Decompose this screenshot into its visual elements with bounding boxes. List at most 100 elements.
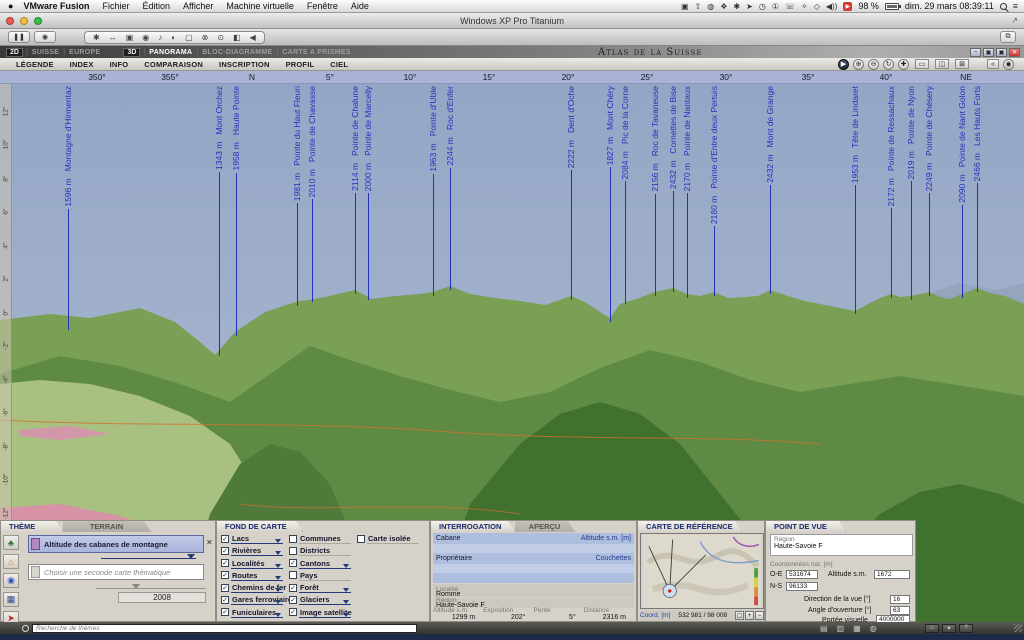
checkbox[interactable]: ✓ bbox=[221, 608, 229, 616]
mode-badge-3d[interactable]: 3D bbox=[123, 48, 140, 57]
layer-opacity-slider[interactable] bbox=[231, 543, 283, 544]
layer-toggle-lacs[interactable]: ✓Lacs bbox=[221, 534, 289, 546]
checkbox[interactable]: ✓ bbox=[221, 571, 229, 579]
menubar-item[interactable]: Fichier bbox=[102, 1, 129, 11]
status-icon[interactable]: ◷ bbox=[759, 2, 766, 11]
app-restore-button[interactable]: ▣ bbox=[983, 48, 994, 57]
layer-opacity-slider[interactable] bbox=[231, 592, 283, 593]
peak-label[interactable]: 2019 mPointe de Nyon bbox=[905, 86, 917, 300]
tab-theme[interactable]: THÈME bbox=[1, 521, 63, 532]
peak-label[interactable]: 2170 mPointe de Nantaux bbox=[681, 86, 693, 298]
display-icon[interactable]: ▥ bbox=[837, 624, 845, 633]
layer-toggle-image-satellite[interactable]: ✓Image satellite bbox=[289, 608, 357, 620]
menubar-item[interactable]: Édition bbox=[142, 1, 170, 11]
layer-toggle-chemins-de-fer[interactable]: ✓Chemins de fer bbox=[221, 583, 289, 595]
mode-badge-2d[interactable]: 2D bbox=[6, 48, 23, 57]
menu-index[interactable]: INDEX bbox=[70, 60, 94, 69]
layer-opacity-slider[interactable] bbox=[299, 617, 351, 618]
checkbox[interactable]: ✓ bbox=[221, 559, 229, 567]
device-icon[interactable]: ◉ bbox=[142, 33, 149, 42]
peak-label[interactable]: 2172 mPointe de Ressachaux bbox=[885, 86, 897, 298]
status-icon[interactable]: ✱ bbox=[733, 2, 740, 11]
peak-label[interactable]: 2156 mRoc de Tavaneuse bbox=[649, 86, 661, 296]
menubar-item[interactable]: Aide bbox=[351, 1, 369, 11]
zoom-out-button[interactable]: ⊖ bbox=[868, 59, 879, 70]
layer-toggle-rivières[interactable]: ✓Rivières bbox=[221, 546, 289, 558]
app-minimize-button[interactable]: – bbox=[970, 48, 981, 57]
checkbox[interactable] bbox=[289, 571, 297, 579]
help-button[interactable]: ? bbox=[959, 624, 973, 633]
forests-icon[interactable]: ♣ bbox=[3, 535, 19, 550]
device-icon[interactable]: ◐ bbox=[171, 33, 176, 42]
peak-label[interactable]: 2010 mPointe de Chavasse bbox=[306, 86, 318, 302]
layer-opacity-slider[interactable] bbox=[299, 592, 351, 593]
checkbox[interactable] bbox=[357, 535, 365, 543]
layer-toggle-glaciers[interactable]: ✓Glaciers bbox=[289, 595, 357, 607]
checkbox[interactable]: ✓ bbox=[221, 535, 229, 543]
checkbox[interactable]: ✓ bbox=[289, 584, 297, 592]
mode-tab-europe[interactable]: EUROPE bbox=[69, 49, 100, 56]
apple-icon[interactable]: ● bbox=[8, 1, 13, 11]
checkbox[interactable]: ✓ bbox=[221, 547, 229, 555]
peak-label[interactable]: 2432 mCornettes de Bise bbox=[667, 86, 679, 292]
peak-label[interactable]: 2090 mPointe de Nant Golon bbox=[956, 86, 968, 298]
document-icon[interactable]: ▦ bbox=[853, 624, 861, 633]
mode-tab-bloc-diagramme[interactable]: BLOC-DIAGRAMME bbox=[202, 49, 272, 56]
spotlight-icon[interactable] bbox=[1000, 3, 1007, 10]
peak-label[interactable]: 2466 mLes Hauts Forts bbox=[971, 86, 983, 292]
layer-opacity-slider[interactable] bbox=[231, 580, 283, 581]
layer-toggle-funiculaires[interactable]: ✓Funiculaires bbox=[221, 608, 289, 620]
theme-fold-icon[interactable] bbox=[31, 538, 40, 550]
checkbox[interactable] bbox=[289, 535, 297, 543]
status-icon[interactable]: ✧ bbox=[801, 2, 808, 11]
play-button[interactable]: ▶ bbox=[838, 59, 849, 70]
device-icon[interactable]: ✱ bbox=[93, 33, 100, 42]
layer-toggle-carte-isolée[interactable]: Carte isolée bbox=[357, 534, 425, 546]
notification-center-icon[interactable]: ≡ bbox=[1013, 1, 1018, 11]
peak-label[interactable]: 2180 mPointe d'Entre deux Pertuis bbox=[708, 86, 720, 296]
layer-opacity-slider[interactable] bbox=[299, 604, 351, 605]
menu-info[interactable]: INFO bbox=[110, 60, 129, 69]
zoom-in-map-button[interactable]: + bbox=[745, 611, 754, 620]
calendar-icon[interactable]: ▦ bbox=[3, 592, 19, 607]
device-icon[interactable]: ◧ bbox=[233, 33, 241, 42]
checkbox[interactable]: ✓ bbox=[289, 596, 297, 604]
pan-view-button[interactable]: ✚ bbox=[898, 59, 909, 70]
pause-button[interactable]: ❚❚ bbox=[8, 31, 30, 43]
zoom-out-map-button[interactable]: − bbox=[755, 611, 764, 620]
year-slider[interactable] bbox=[96, 588, 206, 589]
peak-label[interactable]: 2222 mDent d'Oche bbox=[565, 86, 577, 300]
vmware-titlebar[interactable]: Windows XP Pro Titanium ↗ bbox=[0, 13, 1024, 29]
menu-ciel[interactable]: CIEL bbox=[330, 60, 348, 69]
collapse-panel-button[interactable]: « bbox=[987, 59, 999, 69]
peak-label[interactable]: 2432 mMont de Grange bbox=[764, 86, 776, 294]
peak-label[interactable]: 2244 mRoc d'Enfer bbox=[444, 86, 456, 290]
menu-profil[interactable]: PROFIL bbox=[286, 60, 315, 69]
peak-label[interactable]: 2000 mPointe de Marcelly bbox=[362, 86, 374, 300]
peak-label[interactable]: 2084 mPic de la Corne bbox=[619, 86, 631, 304]
extent-button[interactable]: ▢ bbox=[735, 611, 744, 620]
layer-toggle-districts[interactable]: Districts bbox=[289, 546, 357, 558]
layer-opacity-slider[interactable] bbox=[231, 617, 283, 618]
tab-apercu[interactable]: APERÇU bbox=[515, 521, 575, 532]
layer-opacity-slider[interactable] bbox=[367, 543, 419, 544]
app-maximize-button[interactable]: ▣ bbox=[996, 48, 1007, 57]
checkbox[interactable]: ✓ bbox=[289, 608, 297, 616]
menu-comparaison[interactable]: COMPARAISON bbox=[144, 60, 203, 69]
peak-label[interactable]: 1981 mPointe du Haut Fleuri bbox=[291, 86, 303, 306]
menubar-item[interactable]: Fenêtre bbox=[307, 1, 338, 11]
buildings-icon[interactable]: ⌂ bbox=[3, 554, 19, 569]
menu-légende[interactable]: LÉGENDE bbox=[16, 60, 54, 69]
window-corner-button[interactable]: ⧉ bbox=[1000, 31, 1016, 43]
mode-tab-suisse[interactable]: SUISSE bbox=[32, 49, 59, 56]
layer-opacity-slider[interactable] bbox=[231, 568, 283, 569]
checkbox[interactable]: ✓ bbox=[221, 584, 229, 592]
layer-toggle-routes[interactable]: ✓Routes bbox=[221, 571, 289, 583]
aperture-angle-input[interactable] bbox=[890, 606, 910, 615]
status-icon[interactable]: ◍ bbox=[707, 2, 714, 11]
checkbox[interactable] bbox=[289, 547, 297, 555]
layer-toggle-gares-ferroviaires[interactable]: ✓Gares ferroviaires bbox=[221, 595, 289, 607]
peak-label[interactable]: 1596 mMontagne d'Hirmentaz bbox=[62, 86, 74, 330]
mode-tab-panorama[interactable]: PANORAMA bbox=[149, 49, 192, 56]
status-icon[interactable]: ⇧ bbox=[695, 2, 702, 11]
